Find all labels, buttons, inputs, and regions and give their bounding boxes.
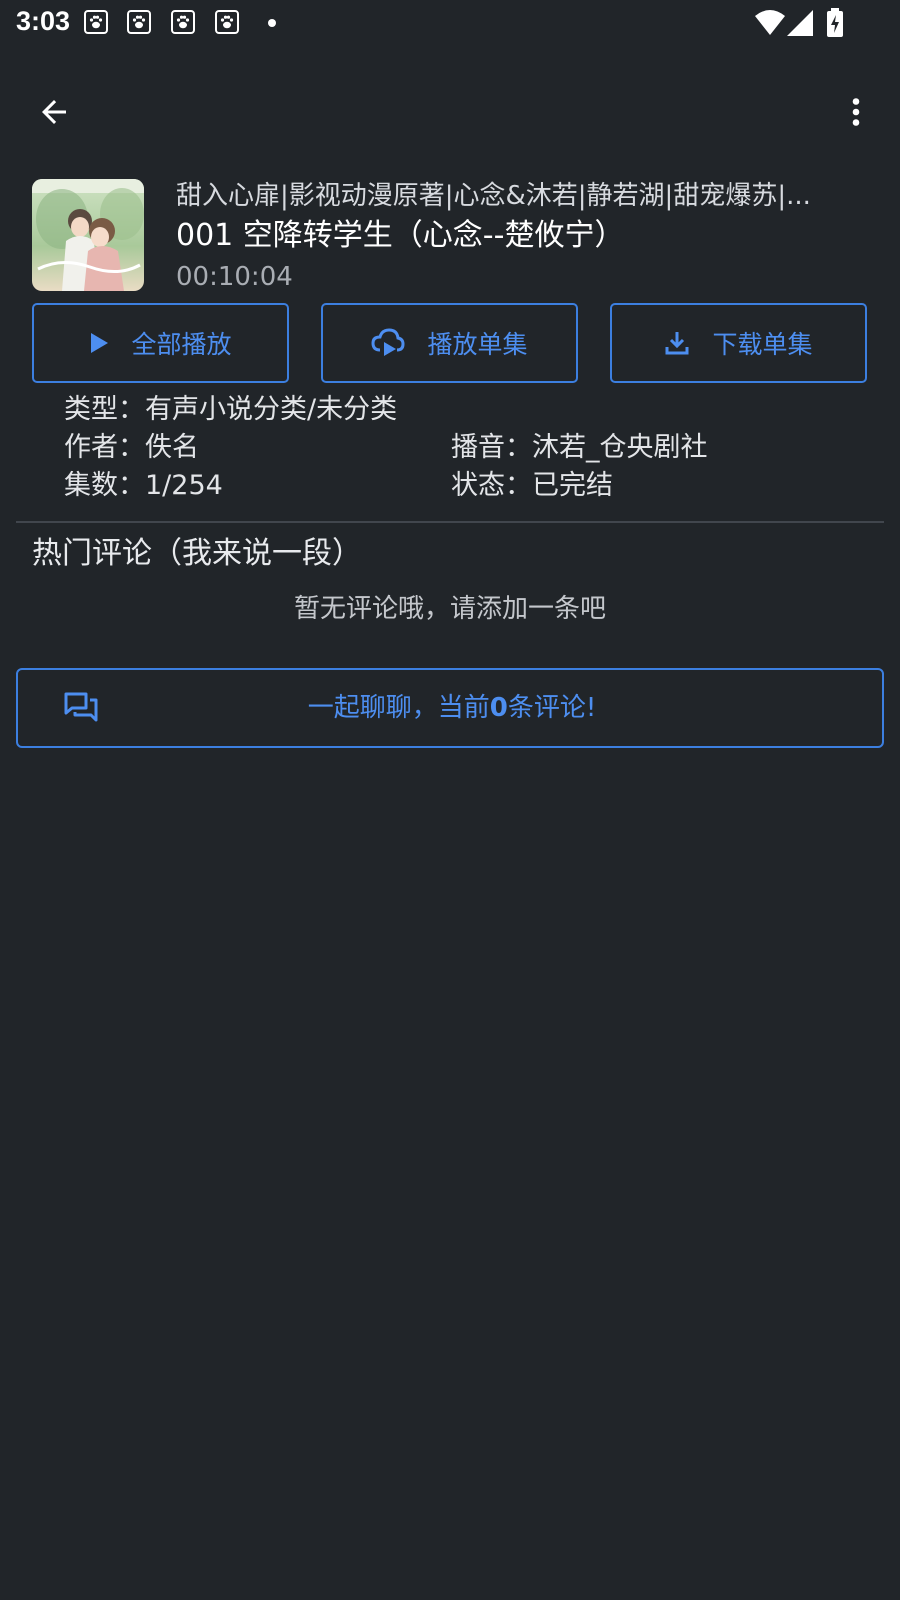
battery-charging-icon — [826, 8, 844, 42]
play-single-button[interactable]: 播放单集 — [321, 303, 578, 383]
status-bar: 3:03 — [0, 0, 900, 48]
episode-title: 001 空降转学生（心念--楚攸宁） — [176, 218, 625, 253]
notification-dot-icon — [268, 19, 276, 27]
type-value: 有声小说分类/未分类 — [145, 394, 398, 425]
info-episodes: 集数：1/254 — [64, 468, 223, 504]
info-status: 状态：已完结 — [451, 468, 613, 504]
author-value: 佚名 — [145, 432, 199, 463]
play-icon — [89, 332, 109, 354]
download-single-button[interactable]: 下载单集 — [610, 303, 867, 383]
narrator-label: 播音： — [451, 432, 532, 463]
chat-comments-label: 一起聊聊，当前0条评论! — [18, 670, 884, 746]
episode-duration: 00:10:04 — [176, 262, 293, 292]
status-value: 已完结 — [532, 470, 613, 501]
more-options-button[interactable] — [830, 86, 882, 138]
chat-prefix: 一起聊聊，当前 — [307, 693, 490, 723]
album-title: 甜入心扉|影视动漫原著|心念&沐若|静若湖|甜宠爆苏|... — [176, 181, 811, 211]
more-vert-icon — [852, 98, 860, 126]
chat-comments-button[interactable]: 一起聊聊，当前0条评论! — [16, 668, 884, 748]
info-type: 类型：有声小说分类/未分类 — [64, 392, 397, 428]
baidu-paw-icon — [215, 10, 239, 34]
comment-count: 0 — [489, 693, 508, 723]
back-button[interactable] — [28, 86, 80, 138]
no-comment-text: 暂无评论哦，请添加一条吧 — [293, 594, 606, 624]
download-icon — [664, 330, 690, 356]
play-all-label: 全部播放 — [131, 330, 232, 359]
wifi-icon — [755, 10, 785, 40]
album-cover-image[interactable] — [32, 179, 144, 291]
status-time: 3:03 — [16, 6, 71, 36]
hot-comments-title[interactable]: 热门评论（我来说一段） — [32, 534, 362, 574]
info-narrator: 播音：沐若_仓央剧社 — [451, 430, 708, 466]
cloud-play-icon — [371, 328, 405, 358]
arrow-back-icon — [42, 100, 66, 124]
download-single-label: 下载单集 — [712, 330, 813, 359]
play-all-button[interactable]: 全部播放 — [32, 303, 289, 383]
episodes-label: 集数： — [64, 470, 145, 501]
narrator-value: 沐若_仓央剧社 — [532, 432, 708, 463]
author-label: 作者： — [64, 432, 145, 463]
baidu-paw-icon — [127, 10, 151, 34]
status-label: 状态： — [451, 470, 532, 501]
baidu-paw-icon — [171, 10, 195, 34]
signal-icon — [787, 10, 813, 40]
type-label: 类型： — [64, 394, 145, 425]
episodes-value: 1/254 — [145, 470, 223, 501]
app-bar — [0, 72, 900, 152]
info-author: 作者：佚名 — [64, 430, 199, 466]
divider — [16, 521, 884, 523]
baidu-paw-icon — [84, 10, 108, 34]
chat-suffix: 条评论! — [507, 693, 597, 723]
play-single-label: 播放单集 — [427, 330, 528, 359]
